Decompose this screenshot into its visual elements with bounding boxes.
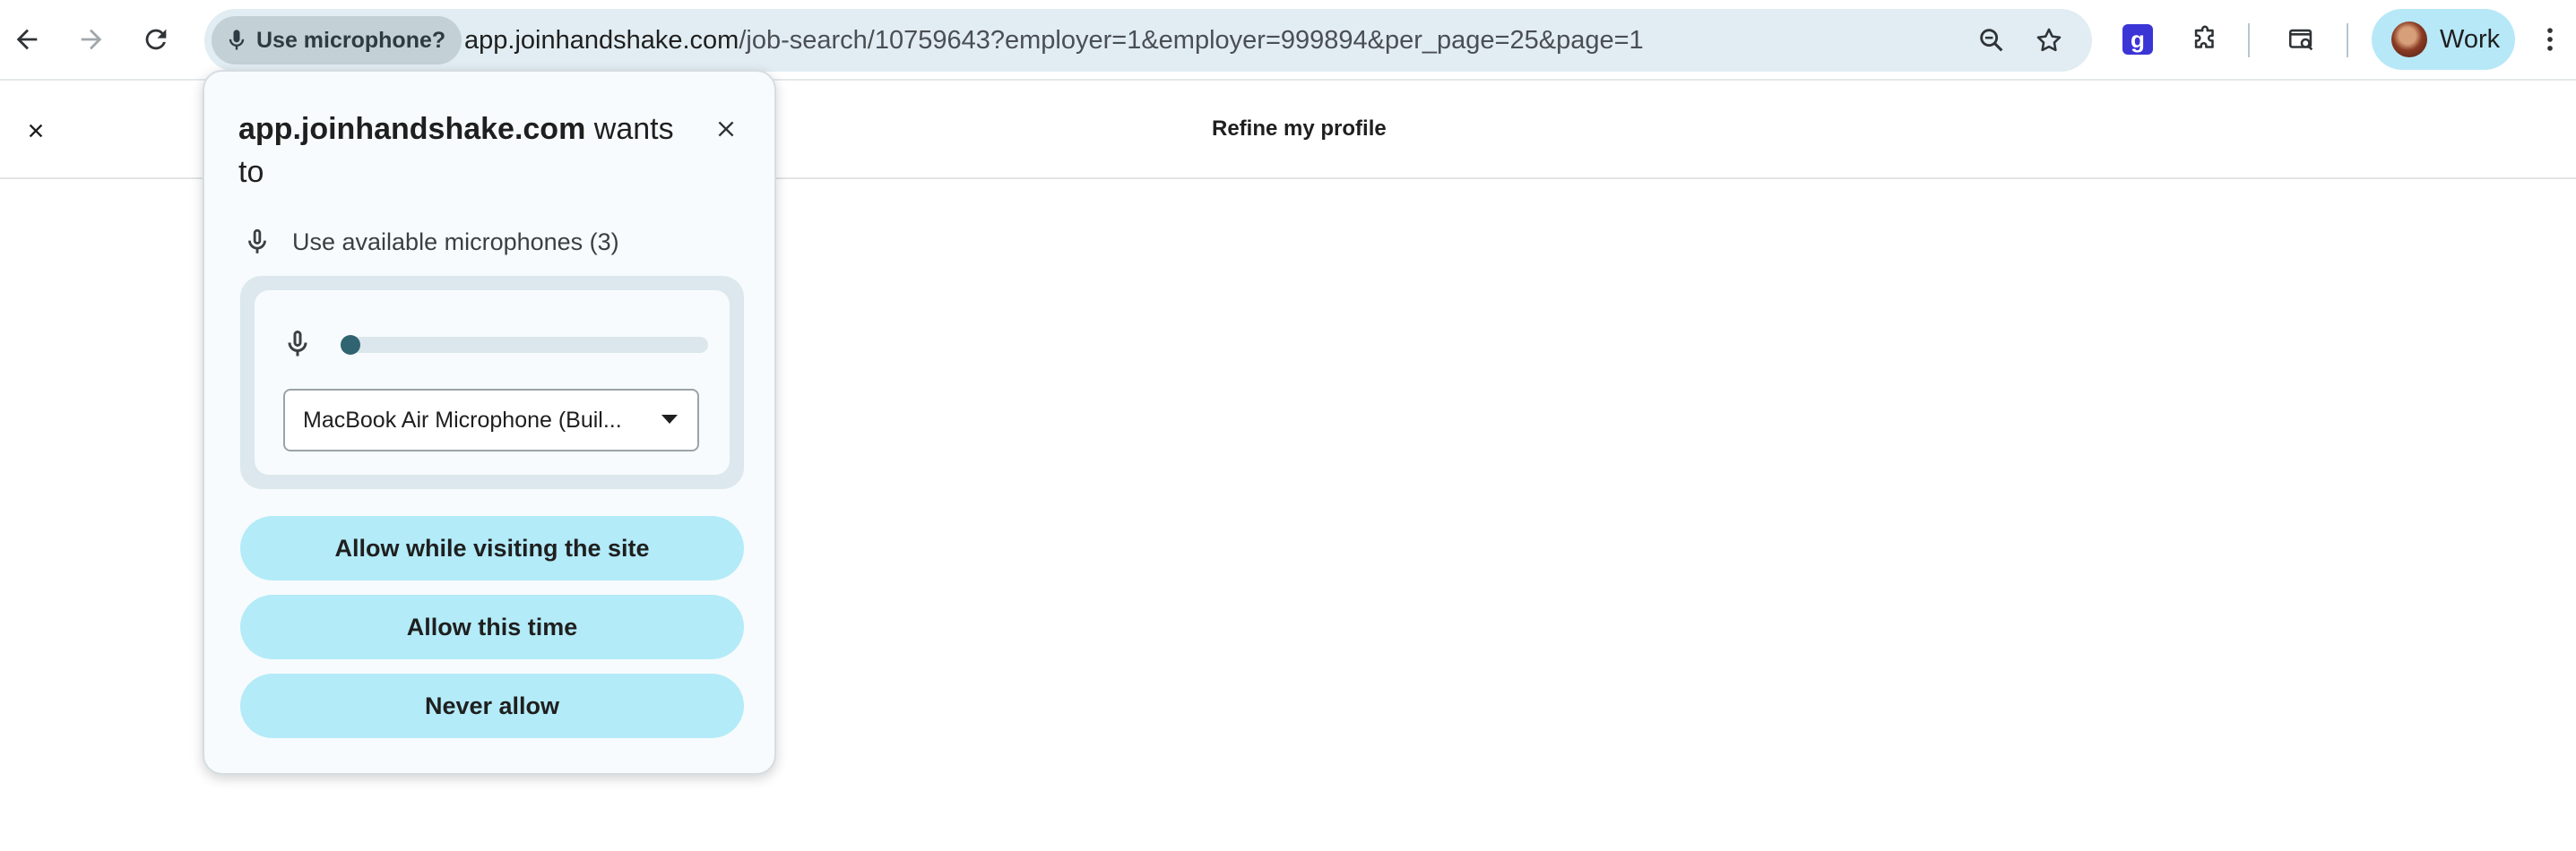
page-title: Refine my profile [1212,116,1387,141]
microphone-icon [248,228,266,254]
url-path: /job-search/10759643?employer=1&employer… [739,26,1644,55]
allow-this-time-button[interactable]: Allow this time [240,595,744,659]
microphone-select-value: MacBook Air Microphone (Buil... [303,407,622,433]
popup-close-button[interactable] [708,111,744,147]
mic-level-indicator [341,335,360,355]
microphone-panel: MacBook Air Microphone (Buil... [240,276,744,489]
permission-popup: app.joinhandshake.com wants to Use avail… [203,70,776,775]
puzzle-icon[interactable] [2178,13,2232,66]
permission-label: Use available microphones (3) [292,228,619,255]
kebab-menu-icon[interactable] [2528,13,2572,66]
back-arrow-icon[interactable] [0,13,54,66]
popup-title: app.joinhandshake.com wants to [238,107,687,193]
browser-toolbar: Use microphone? app.joinhandshake.com/jo… [0,0,2576,81]
grammar-extension-icon[interactable]: g [2122,24,2153,55]
omnibox[interactable]: Use microphone? app.joinhandshake.com/jo… [204,9,2092,72]
microphone-select[interactable]: MacBook Air Microphone (Buil... [283,389,699,451]
dropdown-caret-icon [661,415,678,424]
zoom-icon[interactable] [1970,19,2013,62]
close-icon[interactable] [20,115,52,147]
permission-chip-label: Use microphone? [256,27,446,53]
toolbar-divider [2248,23,2250,57]
forward-arrow-icon[interactable] [65,13,118,66]
mic-level-meter [341,335,708,355]
search-tab-icon[interactable] [2275,13,2329,66]
permission-row: Use available microphones (3) [242,224,619,260]
star-icon[interactable] [2027,19,2070,62]
microphone-permission-chip[interactable]: Use microphone? [212,16,462,64]
profile-label: Work [2440,24,2501,54]
avatar [2391,21,2427,57]
close-icon [718,121,734,137]
microphone-icon [229,30,245,50]
toolbar-divider [2347,23,2348,57]
profile-button[interactable]: Work [2372,9,2515,70]
allow-while-visiting-button[interactable]: Allow while visiting the site [240,516,744,580]
url-text[interactable]: app.joinhandshake.com/job-search/1075964… [464,9,1644,72]
reload-icon[interactable] [129,13,183,66]
microphone-panel-inner: MacBook Air Microphone (Buil... [255,290,730,475]
microphone-icon [288,331,307,357]
popup-title-domain: app.joinhandshake.com [238,112,586,146]
url-domain: app.joinhandshake.com [464,26,739,55]
never-allow-button[interactable]: Never allow [240,674,744,738]
